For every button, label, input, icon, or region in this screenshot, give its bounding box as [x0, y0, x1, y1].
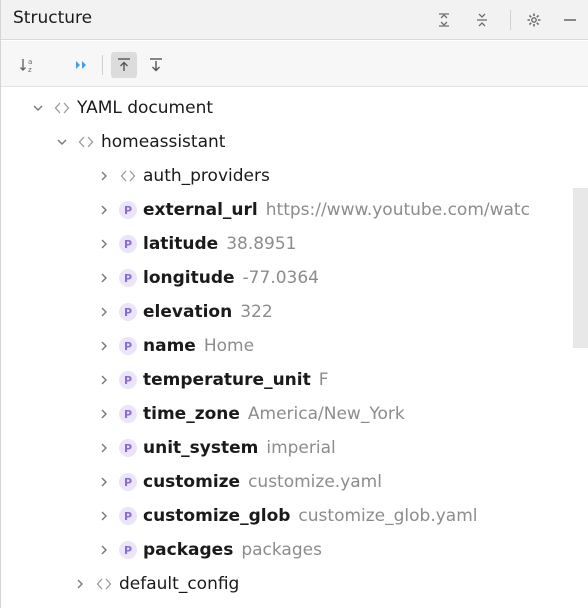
tree-node-default-config[interactable]: default_config [1, 568, 588, 600]
autoscroll-from-source-icon[interactable] [69, 52, 95, 78]
tree-node-property[interactable]: P time_zone America/New_York [1, 398, 588, 430]
property-icon: P [119, 337, 137, 355]
tree-node-property[interactable]: P name Home [1, 330, 588, 362]
tree-node-property[interactable]: P temperature_unit F [1, 364, 588, 396]
navigate-down-icon[interactable] [143, 52, 169, 78]
chevron-right-icon[interactable] [95, 473, 113, 491]
tree-node-property[interactable]: P customize customize.yaml [1, 466, 588, 498]
svg-text:z: z [28, 66, 32, 74]
tree-node-key: external_url [143, 200, 258, 220]
chevron-right-icon[interactable] [95, 371, 113, 389]
tree-node-value: -77.0364 [242, 268, 319, 288]
property-icon: P [119, 371, 137, 389]
structure-toolbar: az [1, 41, 588, 87]
chevron-right-icon[interactable] [95, 405, 113, 423]
chevron-right-icon[interactable] [95, 507, 113, 525]
tree-node-property[interactable]: P latitude 38.8951 [1, 228, 588, 260]
panel-header: Structure [1, 0, 588, 40]
tree-node-property[interactable]: P packages packages [1, 534, 588, 566]
tree-node-property[interactable]: P longitude -77.0364 [1, 262, 588, 294]
tree-node-key: longitude [143, 268, 235, 288]
tree-node-key: temperature_unit [143, 370, 311, 390]
code-brackets-icon [93, 574, 115, 594]
tree-node-property[interactable]: P customize_glob customize_glob.yaml [1, 500, 588, 532]
tree-node-value: F [318, 370, 329, 390]
tree-node-homeassistant[interactable]: homeassistant [1, 126, 588, 158]
tree-node-label: default_config [119, 574, 240, 594]
svg-text:a: a [28, 58, 32, 66]
property-icon: P [119, 439, 137, 457]
tree-node-value: packages [241, 540, 322, 560]
chevron-right-icon[interactable] [95, 303, 113, 321]
tree-node-property[interactable]: P elevation 322 [1, 296, 588, 328]
chevron-down-icon[interactable] [53, 133, 71, 151]
property-icon: P [119, 541, 137, 559]
expand-all-icon[interactable] [433, 9, 455, 31]
property-icon: P [119, 303, 137, 321]
tree-node-key: unit_system [143, 438, 259, 458]
collapse-all-icon[interactable] [471, 9, 493, 31]
tree-node-key: elevation [143, 302, 233, 322]
structure-tree: YAML document homeassistant auth_provide… [1, 90, 588, 608]
tree-node-label: homeassistant [101, 132, 226, 152]
tree-node-value: customize.yaml [248, 472, 382, 492]
toolbar-divider [102, 55, 103, 75]
code-brackets-icon [117, 166, 139, 186]
chevron-right-icon[interactable] [95, 439, 113, 457]
tree-node-key: customize [143, 472, 241, 492]
panel-title: Structure [13, 8, 93, 28]
chevron-right-icon[interactable] [95, 269, 113, 287]
chevron-down-icon[interactable] [29, 99, 47, 117]
chevron-right-icon[interactable] [95, 337, 113, 355]
tree-node-key: customize_glob [143, 506, 291, 526]
tree-node-key: packages [143, 540, 234, 560]
tree-node-value: 322 [240, 302, 273, 322]
gear-icon[interactable] [523, 9, 545, 31]
tree-node-value: customize_glob.yaml [298, 506, 478, 526]
structure-panel: Structure az YAML document homeassistant… [0, 0, 588, 608]
tree-node-label: YAML document [77, 98, 214, 118]
property-icon: P [119, 235, 137, 253]
tree-node-value: 38.8951 [226, 234, 297, 254]
property-icon: P [119, 269, 137, 287]
chevron-right-icon[interactable] [95, 201, 113, 219]
property-icon: P [119, 473, 137, 491]
navigate-up-icon[interactable] [111, 52, 137, 78]
chevron-right-icon[interactable] [95, 541, 113, 559]
sort-alphabetically-icon[interactable]: az [15, 52, 41, 78]
minimize-icon[interactable] [559, 9, 581, 31]
property-icon: P [119, 507, 137, 525]
tree-node-key: auth_providers [143, 166, 270, 186]
tree-node-value: https://www.youtube.com/watc [265, 200, 530, 220]
tree-node-yaml-document[interactable]: YAML document [1, 92, 588, 124]
tree-node-updater[interactable]: updater [1, 600, 588, 608]
tree-node-key: name [143, 336, 196, 356]
tree-node-property[interactable]: P unit_system imperial [1, 432, 588, 464]
tree-node-value: imperial [266, 438, 336, 458]
property-icon: P [119, 201, 137, 219]
code-brackets-icon [75, 132, 97, 152]
chevron-right-icon[interactable] [95, 235, 113, 253]
tree-node-key: latitude [143, 234, 219, 254]
tree-node-property[interactable]: P external_url https://www.youtube.com/w… [1, 194, 588, 226]
chevron-right-icon[interactable] [95, 167, 113, 185]
code-brackets-icon [51, 98, 73, 118]
tree-node-value: Home [203, 336, 255, 356]
chevron-right-icon[interactable] [71, 575, 89, 593]
tree-node-key: time_zone [143, 404, 240, 424]
tree-node-auth-providers[interactable]: auth_providers [1, 160, 588, 192]
tree-node-value: America/New_York [247, 404, 405, 424]
header-divider [510, 10, 511, 30]
property-icon: P [119, 405, 137, 423]
